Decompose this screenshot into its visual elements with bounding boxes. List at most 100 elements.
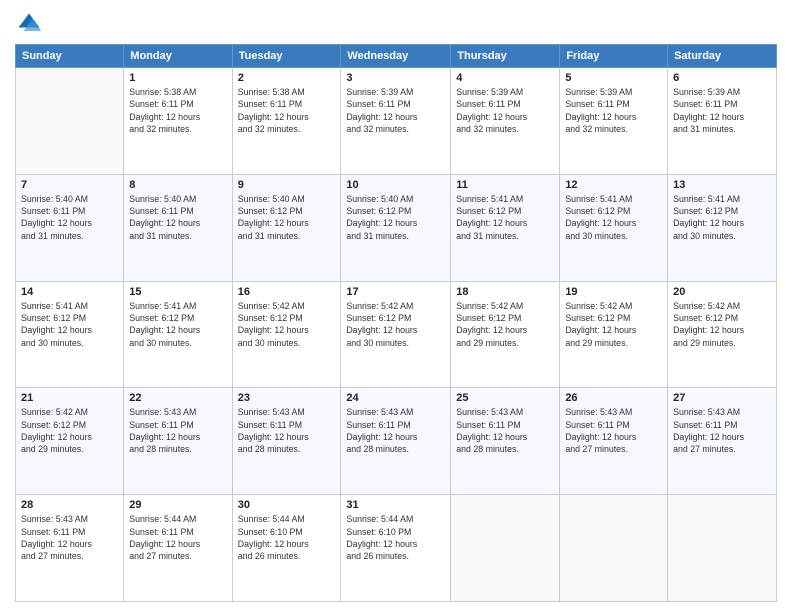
calendar-cell: 19Sunrise: 5:42 AM Sunset: 6:12 PM Dayli… — [560, 281, 668, 388]
calendar-cell: 9 Sunrise: 5:40 AM Sunset: 6:12 PM Daylig… — [232, 174, 341, 281]
calendar-cell: 1 Sunrise: 5:38 AM Sunset: 6:11 PM Daylig… — [124, 68, 232, 175]
day-info: Sunrise: 5:40 AM Sunset: 6:12 PM Dayligh… — [238, 193, 336, 242]
day-info: Sunrise: 5:43 AM Sunset: 6:11 PM Dayligh… — [21, 513, 118, 562]
calendar-cell — [668, 495, 777, 602]
calendar-cell: 29 Sunrise: 5:44 AM Sunset: 6:11 PM Dayli… — [124, 495, 232, 602]
day-info: Sunrise: 5:39 AM Sunset: 6:11 PM Dayligh… — [565, 86, 662, 135]
day-info: Sunrise: 5:42 AM Sunset: 6:12 PM Dayligh… — [565, 300, 662, 349]
day-number: 3 — [346, 72, 445, 84]
day-header-monday: Monday — [124, 45, 232, 68]
day-info: Sunrise: 5:42 AM Sunset: 6:12 PM Dayligh… — [456, 300, 554, 349]
day-number: 5 — [565, 72, 662, 84]
day-number: 11 — [456, 179, 554, 191]
day-number: 2 — [238, 72, 336, 84]
day-info: Sunrise: 5:41 AM Sunset: 6:12 PM Dayligh… — [21, 300, 118, 349]
day-number: 1 — [129, 72, 226, 84]
day-header-saturday: Saturday — [668, 45, 777, 68]
calendar-cell: 24 Sunrise: 5:43 AM Sunset: 6:11 PM Dayli… — [341, 388, 451, 495]
week-row-3: 14 Sunrise: 5:41 AM Sunset: 6:12 PM Dayli… — [16, 281, 777, 388]
day-info: Sunrise: 5:38 AM Sunset: 6:11 PM Dayligh… — [129, 86, 226, 135]
day-info: Sunrise: 5:39 AM Sunset: 6:11 PM Dayligh… — [673, 86, 771, 135]
week-row-2: 7 Sunrise: 5:40 AM Sunset: 6:11 PM Daylig… — [16, 174, 777, 281]
week-row-4: 21 Sunrise: 5:42 AM Sunset: 6:12 PM Dayli… — [16, 388, 777, 495]
day-info: Sunrise: 5:40 AM Sunset: 6:11 PM Dayligh… — [129, 193, 226, 242]
day-info: Sunrise: 5:43 AM Sunset: 6:11 PM Dayligh… — [238, 406, 336, 455]
header — [15, 10, 777, 38]
day-number: 8 — [129, 179, 226, 191]
calendar-cell: 23 Sunrise: 5:43 AM Sunset: 6:11 PM Dayli… — [232, 388, 341, 495]
day-number: 26 — [565, 392, 662, 404]
day-header-thursday: Thursday — [451, 45, 560, 68]
day-number: 15 — [129, 286, 226, 298]
day-header-tuesday: Tuesday — [232, 45, 341, 68]
day-number: 7 — [21, 179, 118, 191]
calendar-body: 1 Sunrise: 5:38 AM Sunset: 6:11 PM Daylig… — [16, 68, 777, 602]
day-number: 9 — [238, 179, 336, 191]
day-number: 20 — [673, 286, 771, 298]
day-info: Sunrise: 5:41 AM Sunset: 6:12 PM Dayligh… — [673, 193, 771, 242]
day-header-friday: Friday — [560, 45, 668, 68]
day-info: Sunrise: 5:44 AM Sunset: 6:11 PM Dayligh… — [129, 513, 226, 562]
day-number: 14 — [21, 286, 118, 298]
day-number: 27 — [673, 392, 771, 404]
week-row-5: 28 Sunrise: 5:43 AM Sunset: 6:11 PM Dayli… — [16, 495, 777, 602]
calendar-table: SundayMondayTuesdayWednesdayThursdayFrid… — [15, 44, 777, 602]
calendar-cell — [560, 495, 668, 602]
day-number: 10 — [346, 179, 445, 191]
day-number: 17 — [346, 286, 445, 298]
day-info: Sunrise: 5:44 AM Sunset: 6:10 PM Dayligh… — [346, 513, 445, 562]
day-info: Sunrise: 5:41 AM Sunset: 6:12 PM Dayligh… — [129, 300, 226, 349]
page: SundayMondayTuesdayWednesdayThursdayFrid… — [0, 0, 792, 612]
calendar-cell: 22 Sunrise: 5:43 AM Sunset: 6:11 PM Dayli… — [124, 388, 232, 495]
day-number: 16 — [238, 286, 336, 298]
day-number: 4 — [456, 72, 554, 84]
calendar-cell — [16, 68, 124, 175]
calendar-cell: 20 Sunrise: 5:42 AM Sunset: 6:12 PM Dayli… — [668, 281, 777, 388]
day-number: 24 — [346, 392, 445, 404]
day-info: Sunrise: 5:42 AM Sunset: 6:12 PM Dayligh… — [346, 300, 445, 349]
logo — [15, 10, 47, 38]
calendar-cell: 16 Sunrise: 5:42 AM Sunset: 6:12 PM Dayli… — [232, 281, 341, 388]
week-row-1: 1 Sunrise: 5:38 AM Sunset: 6:11 PM Daylig… — [16, 68, 777, 175]
day-number: 31 — [346, 499, 445, 511]
day-number: 18 — [456, 286, 554, 298]
day-number: 22 — [129, 392, 226, 404]
calendar-cell: 26Sunrise: 5:43 AM Sunset: 6:11 PM Dayli… — [560, 388, 668, 495]
calendar-cell — [451, 495, 560, 602]
calendar-cell: 31 Sunrise: 5:44 AM Sunset: 6:10 PM Dayli… — [341, 495, 451, 602]
day-info: Sunrise: 5:43 AM Sunset: 6:11 PM Dayligh… — [346, 406, 445, 455]
day-number: 23 — [238, 392, 336, 404]
calendar-cell: 7 Sunrise: 5:40 AM Sunset: 6:11 PM Daylig… — [16, 174, 124, 281]
day-info: Sunrise: 5:38 AM Sunset: 6:11 PM Dayligh… — [238, 86, 336, 135]
calendar-cell: 3Sunrise: 5:39 AM Sunset: 6:11 PM Daylig… — [341, 68, 451, 175]
calendar-cell: 12Sunrise: 5:41 AM Sunset: 6:12 PM Dayli… — [560, 174, 668, 281]
day-number: 25 — [456, 392, 554, 404]
calendar-cell: 17 Sunrise: 5:42 AM Sunset: 6:12 PM Dayli… — [341, 281, 451, 388]
calendar-cell: 27 Sunrise: 5:43 AM Sunset: 6:11 PM Dayli… — [668, 388, 777, 495]
day-number: 28 — [21, 499, 118, 511]
day-info: Sunrise: 5:42 AM Sunset: 6:12 PM Dayligh… — [673, 300, 771, 349]
day-header-wednesday: Wednesday — [341, 45, 451, 68]
day-number: 21 — [21, 392, 118, 404]
day-info: Sunrise: 5:42 AM Sunset: 6:12 PM Dayligh… — [238, 300, 336, 349]
day-number: 29 — [129, 499, 226, 511]
calendar-cell: 13 Sunrise: 5:41 AM Sunset: 6:12 PM Dayli… — [668, 174, 777, 281]
day-info: Sunrise: 5:41 AM Sunset: 6:12 PM Dayligh… — [456, 193, 554, 242]
day-number: 13 — [673, 179, 771, 191]
day-info: Sunrise: 5:43 AM Sunset: 6:11 PM Dayligh… — [673, 406, 771, 455]
calendar-cell: 21 Sunrise: 5:42 AM Sunset: 6:12 PM Dayli… — [16, 388, 124, 495]
logo-icon — [15, 10, 43, 38]
calendar-cell: 11 Sunrise: 5:41 AM Sunset: 6:12 PM Dayli… — [451, 174, 560, 281]
calendar-cell: 5 Sunrise: 5:39 AM Sunset: 6:11 PM Daylig… — [560, 68, 668, 175]
calendar-cell: 6 Sunrise: 5:39 AM Sunset: 6:11 PM Daylig… — [668, 68, 777, 175]
day-number: 6 — [673, 72, 771, 84]
calendar-cell: 18 Sunrise: 5:42 AM Sunset: 6:12 PM Dayli… — [451, 281, 560, 388]
day-info: Sunrise: 5:43 AM Sunset: 6:11 PM Dayligh… — [129, 406, 226, 455]
calendar-cell: 28 Sunrise: 5:43 AM Sunset: 6:11 PM Dayli… — [16, 495, 124, 602]
calendar-cell: 2 Sunrise: 5:38 AM Sunset: 6:11 PM Daylig… — [232, 68, 341, 175]
day-info: Sunrise: 5:40 AM Sunset: 6:11 PM Dayligh… — [21, 193, 118, 242]
calendar-cell: 8 Sunrise: 5:40 AM Sunset: 6:11 PM Daylig… — [124, 174, 232, 281]
header-row: SundayMondayTuesdayWednesdayThursdayFrid… — [16, 45, 777, 68]
day-info: Sunrise: 5:42 AM Sunset: 6:12 PM Dayligh… — [21, 406, 118, 455]
calendar-cell: 30Sunrise: 5:44 AM Sunset: 6:10 PM Dayli… — [232, 495, 341, 602]
